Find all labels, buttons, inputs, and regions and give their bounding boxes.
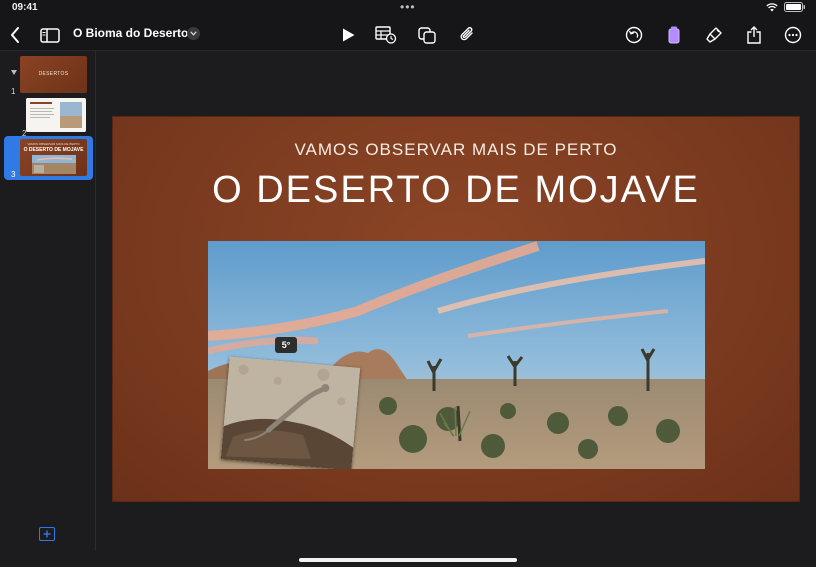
multitasking-dots[interactable]: ••• <box>400 0 416 14</box>
disclosure-triangle-icon[interactable] <box>11 70 17 75</box>
thumbnail-title: DESERTOS <box>38 71 69 77</box>
sidebar-toggle-button[interactable] <box>37 22 63 48</box>
share-icon <box>747 26 761 44</box>
title-menu-button[interactable] <box>187 27 200 40</box>
format-button[interactable] <box>701 22 727 48</box>
lizard-photo[interactable] <box>220 356 361 469</box>
slide-subtitle[interactable]: VAMOS OBSERVAR MAIS DE PERTO <box>112 140 800 160</box>
document-title[interactable]: O Bioma do Deserto <box>73 26 188 40</box>
status-indicators <box>766 2 806 12</box>
chevron-down-icon <box>190 31 197 36</box>
paintbrush-icon <box>706 27 722 43</box>
more-button[interactable] <box>780 22 806 48</box>
back-button[interactable] <box>2 22 28 48</box>
highlight-button[interactable] <box>661 22 687 48</box>
wifi-icon <box>766 2 778 12</box>
thumbnail-subtitle: VAMOS OBSERVAR MAIS DE PERTO <box>27 142 80 146</box>
slide-thumbnail-2[interactable]: 2 <box>4 95 93 139</box>
slide-canvas[interactable]: VAMOS OBSERVAR MAIS DE PERTO O DESERTO D… <box>97 51 816 551</box>
undo-icon <box>625 26 643 44</box>
attach-media-button[interactable] <box>454 22 480 48</box>
highlighter-icon <box>668 26 680 44</box>
plus-icon <box>43 530 51 538</box>
ellipsis-circle-icon <box>784 26 802 44</box>
play-icon <box>342 28 354 42</box>
slide-navigator: DESERTOS 1 2 VAMOS OBSERVAR MAIS DE PERT… <box>0 51 96 551</box>
thumbnail-image: VAMOS OBSERVAR MAIS DE PERTO O DESERTO D… <box>20 139 87 176</box>
paperclip-icon <box>460 27 473 41</box>
play-button[interactable] <box>335 22 361 48</box>
desert-photo[interactable]: 5° <box>208 241 705 469</box>
sidebar-icon <box>40 27 60 43</box>
status-time: 09:41 <box>12 2 38 13</box>
undo-button[interactable] <box>621 22 647 48</box>
table-chart-button[interactable] <box>373 22 399 48</box>
slide-number: 3 <box>11 170 16 179</box>
thumbnail-image: DESERTOS <box>20 56 87 93</box>
slide[interactable]: VAMOS OBSERVAR MAIS DE PERTO O DESERTO D… <box>112 116 800 502</box>
shapes-icon <box>417 26 436 44</box>
slide-thumbnail-3[interactable]: VAMOS OBSERVAR MAIS DE PERTO O DESERTO D… <box>4 136 93 180</box>
rotation-badge: 5° <box>275 337 297 353</box>
add-slide-button[interactable] <box>39 527 55 541</box>
toolbar: O Bioma do Deserto <box>0 18 816 51</box>
slide-thumbnail-1[interactable]: DESERTOS 1 <box>4 53 93 97</box>
slide-title[interactable]: O DESERTO DE MOJAVE <box>112 169 800 212</box>
shapes-button[interactable] <box>414 22 440 48</box>
table-clock-icon <box>375 26 397 44</box>
thumbnail-image <box>26 98 86 132</box>
share-button[interactable] <box>741 22 767 48</box>
battery-icon <box>784 2 806 12</box>
thumbnail-title: O DESERTO DE MOJAVE <box>23 147 84 153</box>
chevron-left-icon <box>11 27 19 43</box>
status-bar: 09:41 ••• <box>0 0 816 18</box>
home-indicator[interactable] <box>299 558 517 562</box>
